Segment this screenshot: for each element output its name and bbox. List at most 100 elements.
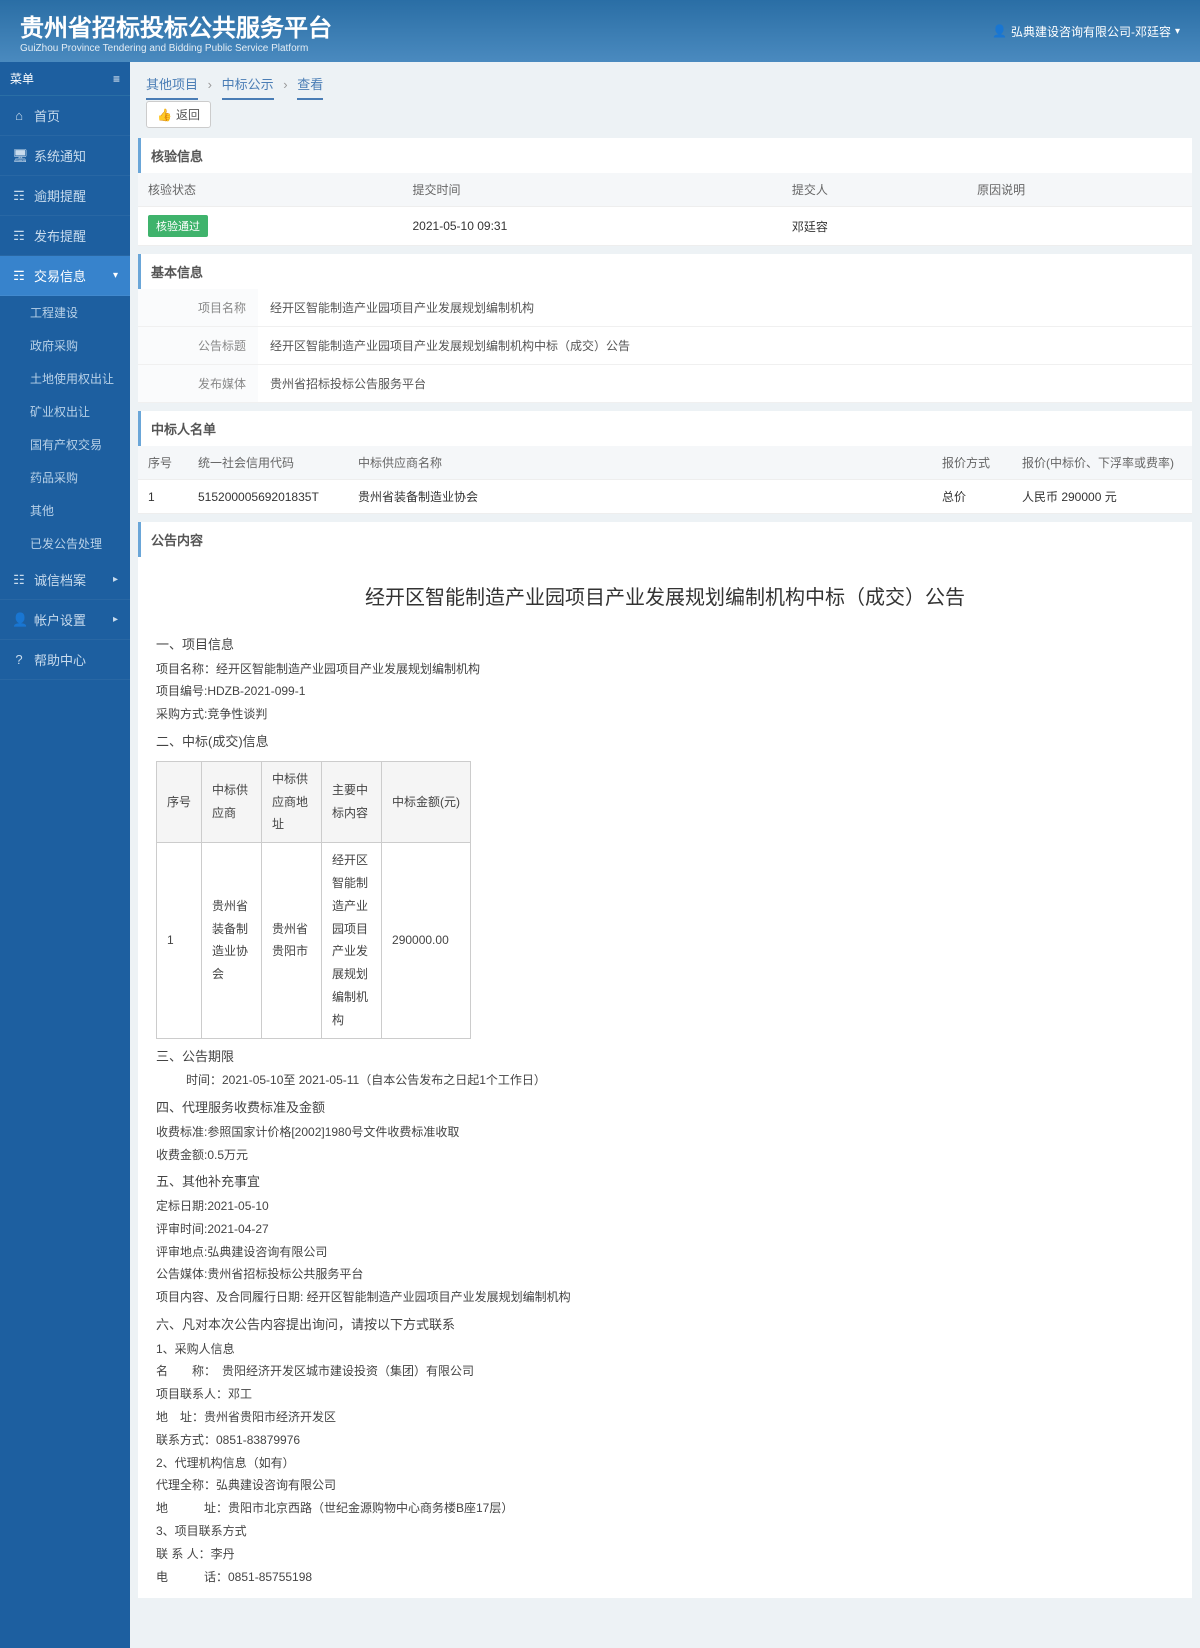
sidebar-item-help[interactable]: ? 帮助中心 <box>0 640 130 680</box>
notice-panel: 公告内容 经开区智能制造产业园项目产业发展规划编制机构中标（成交）公告 一、项目… <box>138 522 1192 1598</box>
cell: 290000.00 <box>382 843 471 1038</box>
info-row: 发布媒体 贵州省招标投标公告服务平台 <box>138 365 1192 403</box>
sidebar-item-label: 逾期提醒 <box>34 186 86 205</box>
sidebar-item-overdue[interactable]: ☶ 逾期提醒 <box>0 176 130 216</box>
cell-method: 总价 <box>932 480 1012 514</box>
app-subtitle: GuiZhou Province Tendering and Bidding P… <box>20 43 332 54</box>
col-code: 统一社会信用代码 <box>188 446 348 480</box>
section-title: 二、中标(成交)信息 <box>156 730 1174 755</box>
notice-media: 公告媒体:贵州省招标投标公共服务平台 <box>156 1263 1174 1286</box>
table-row: 1 贵州省装备制造业协会 贵州省贵阳市 经开区智能制造产业园项目产业发展规划编制… <box>157 843 471 1038</box>
chevron-right-icon: ▸ <box>113 574 118 585</box>
section-title: 一、项目信息 <box>156 633 1174 658</box>
home-icon: ⌂ <box>12 108 26 123</box>
chevron-down-icon: ▾ <box>1175 26 1180 37</box>
app-header: 贵州省招标投标公共服务平台 GuiZhou Province Tendering… <box>0 0 1200 62</box>
submenu-land[interactable]: 土地使用权出让 <box>0 362 130 395</box>
chevron-down-icon: ▾ <box>113 270 118 281</box>
sidebar-item-credit[interactable]: ☷ 诚信档案 ▸ <box>0 560 130 600</box>
submenu-gov-procure[interactable]: 政府采购 <box>0 329 130 362</box>
agent-title: 2、代理机构信息（如有） <box>156 1452 1174 1475</box>
main-content: 其他项目 › 中标公示 › 查看 👍 返回 核验信息 核验状态 提交时间 提交人… <box>130 62 1200 1648</box>
submenu-state-assets[interactable]: 国有产权交易 <box>0 428 130 461</box>
buyer-contact: 项目联系人：邓工 <box>156 1383 1174 1406</box>
sidebar: 菜单 ≡ ⌂ 首页 🖥 系统通知 ☶ 逾期提醒 ☶ 发布提醒 ☶ 交易信息 ▾ … <box>0 62 130 1648</box>
col-method: 报价方式 <box>932 446 1012 480</box>
sidebar-item-label: 帐户设置 <box>34 610 86 629</box>
notice-body: 经开区智能制造产业园项目产业发展规划编制机构中标（成交）公告 一、项目信息 项目… <box>138 557 1192 1598</box>
proj-no: 项目编号:HDZB-2021-099-1 <box>156 680 1174 703</box>
table-row: 核验通过 2021-05-10 09:31 邓廷容 <box>138 207 1192 246</box>
sidebar-item-trade-info[interactable]: ☶ 交易信息 ▾ <box>0 256 130 296</box>
breadcrumb-item[interactable]: 其他项目 <box>146 77 198 100</box>
breadcrumb-item[interactable]: 查看 <box>297 77 323 100</box>
user-icon: 👤 <box>12 612 26 628</box>
sidebar-item-home[interactable]: ⌂ 首页 <box>0 96 130 136</box>
review-place: 评审地点:弘典建设咨询有限公司 <box>156 1241 1174 1264</box>
info-value: 经开区智能制造产业园项目产业发展规划编制机构中标（成交）公告 <box>258 327 1192 364</box>
cell-time: 2021-05-10 09:31 <box>403 207 782 246</box>
submenu-other[interactable]: 其他 <box>0 494 130 527</box>
submenu-medicine[interactable]: 药品采购 <box>0 461 130 494</box>
col-time: 提交时间 <box>403 173 782 207</box>
agent-addr: 地 址：贵阳市北京西路（世纪金源购物中心商务楼B座17层） <box>156 1497 1174 1520</box>
proj-content: 项目内容、及合同履行日期: 经开区智能制造产业园项目产业发展规划编制机构 <box>156 1286 1174 1309</box>
fee-amt: 收费金额:0.5万元 <box>156 1144 1174 1167</box>
table-row: 1 51520000569201835T 贵州省装备制造业协会 总价 人民币 2… <box>138 480 1192 514</box>
sidebar-item-label: 帮助中心 <box>34 650 86 669</box>
basic-info-panel: 基本信息 项目名称 经开区智能制造产业园项目产业发展规划编制机构 公告标题 经开… <box>138 254 1192 403</box>
col-status: 核验状态 <box>138 173 403 207</box>
sidebar-item-label: 交易信息 <box>34 266 86 285</box>
agent-name: 代理全称：弘典建设咨询有限公司 <box>156 1474 1174 1497</box>
status-badge: 核验通过 <box>148 215 208 237</box>
list-icon: ☶ <box>12 188 26 204</box>
cell-reason <box>967 207 1192 246</box>
submenu-sent[interactable]: 已发公告处理 <box>0 527 130 560</box>
verify-table: 核验状态 提交时间 提交人 原因说明 核验通过 2021-05-10 09:31… <box>138 173 1192 246</box>
breadcrumb-sep: › <box>208 77 212 92</box>
notice-main-title: 经开区智能制造产业园项目产业发展规划编制机构中标（成交）公告 <box>156 567 1174 629</box>
contact-tel: 电 话：0851-85755198 <box>156 1566 1174 1589</box>
info-label: 发布媒体 <box>138 365 258 402</box>
hamburger-icon[interactable]: ≡ <box>113 72 120 86</box>
section-title: 三、公告期限 <box>156 1045 1174 1070</box>
col-submitter: 提交人 <box>782 173 967 207</box>
buyer-name: 名 称： 贵阳经济开发区城市建设投资（集团）有限公司 <box>156 1360 1174 1383</box>
winners-panel: 中标人名单 序号 统一社会信用代码 中标供应商名称 报价方式 报价(中标价、下浮… <box>138 411 1192 514</box>
col-supplier: 中标供应商名称 <box>348 446 932 480</box>
breadcrumb: 其他项目 › 中标公示 › 查看 <box>138 62 1192 101</box>
sidebar-item-label: 系统通知 <box>34 146 86 165</box>
submenu-mining[interactable]: 矿业权出让 <box>0 395 130 428</box>
doc-icon: ☷ <box>12 572 26 588</box>
user-menu[interactable]: 👤 弘典建设咨询有限公司-邓廷容 ▾ <box>992 23 1180 40</box>
list-icon: ☶ <box>12 228 26 244</box>
col-content: 主要中标内容 <box>322 761 382 842</box>
section-title: 五、其他补充事宜 <box>156 1170 1174 1195</box>
info-label: 公告标题 <box>138 327 258 364</box>
sidebar-item-system-notice[interactable]: 🖥 系统通知 <box>0 136 130 176</box>
breadcrumb-item[interactable]: 中标公示 <box>222 77 274 100</box>
panel-title: 核验信息 <box>138 138 1192 173</box>
fee-std: 收费标准:参照国家计价格[2002]1980号文件收费标准收取 <box>156 1121 1174 1144</box>
thumbs-up-icon: 👍 <box>157 108 172 122</box>
sidebar-item-label: 首页 <box>34 106 60 125</box>
info-row: 项目名称 经开区智能制造产业园项目产业发展规划编制机构 <box>138 289 1192 327</box>
contact-title: 3、项目联系方式 <box>156 1520 1174 1543</box>
sidebar-item-label: 发布提醒 <box>34 226 86 245</box>
list-icon: ☶ <box>12 268 26 284</box>
period-time: 时间：2021-05-10至 2021-05-11（自本公告发布之日起1个工作日… <box>156 1069 1174 1092</box>
back-button[interactable]: 👍 返回 <box>146 101 211 128</box>
info-row: 公告标题 经开区智能制造产业园项目产业发展规划编制机构中标（成交）公告 <box>138 327 1192 365</box>
sidebar-item-account[interactable]: 👤 帐户设置 ▸ <box>0 600 130 640</box>
panel-title: 中标人名单 <box>138 411 1192 446</box>
chevron-right-icon: ▸ <box>113 614 118 625</box>
buyer-title: 1、采购人信息 <box>156 1338 1174 1361</box>
info-value: 经开区智能制造产业园项目产业发展规划编制机构 <box>258 289 1192 326</box>
col-amount: 中标金额(元) <box>382 761 471 842</box>
menu-header: 菜单 ≡ <box>0 62 130 96</box>
submenu-construction[interactable]: 工程建设 <box>0 296 130 329</box>
winners-table: 序号 统一社会信用代码 中标供应商名称 报价方式 报价(中标价、下浮率或费率) … <box>138 446 1192 514</box>
buyer-tel: 联系方式：0851-83879976 <box>156 1429 1174 1452</box>
cell: 1 <box>157 843 202 1038</box>
sidebar-item-publish[interactable]: ☶ 发布提醒 <box>0 216 130 256</box>
